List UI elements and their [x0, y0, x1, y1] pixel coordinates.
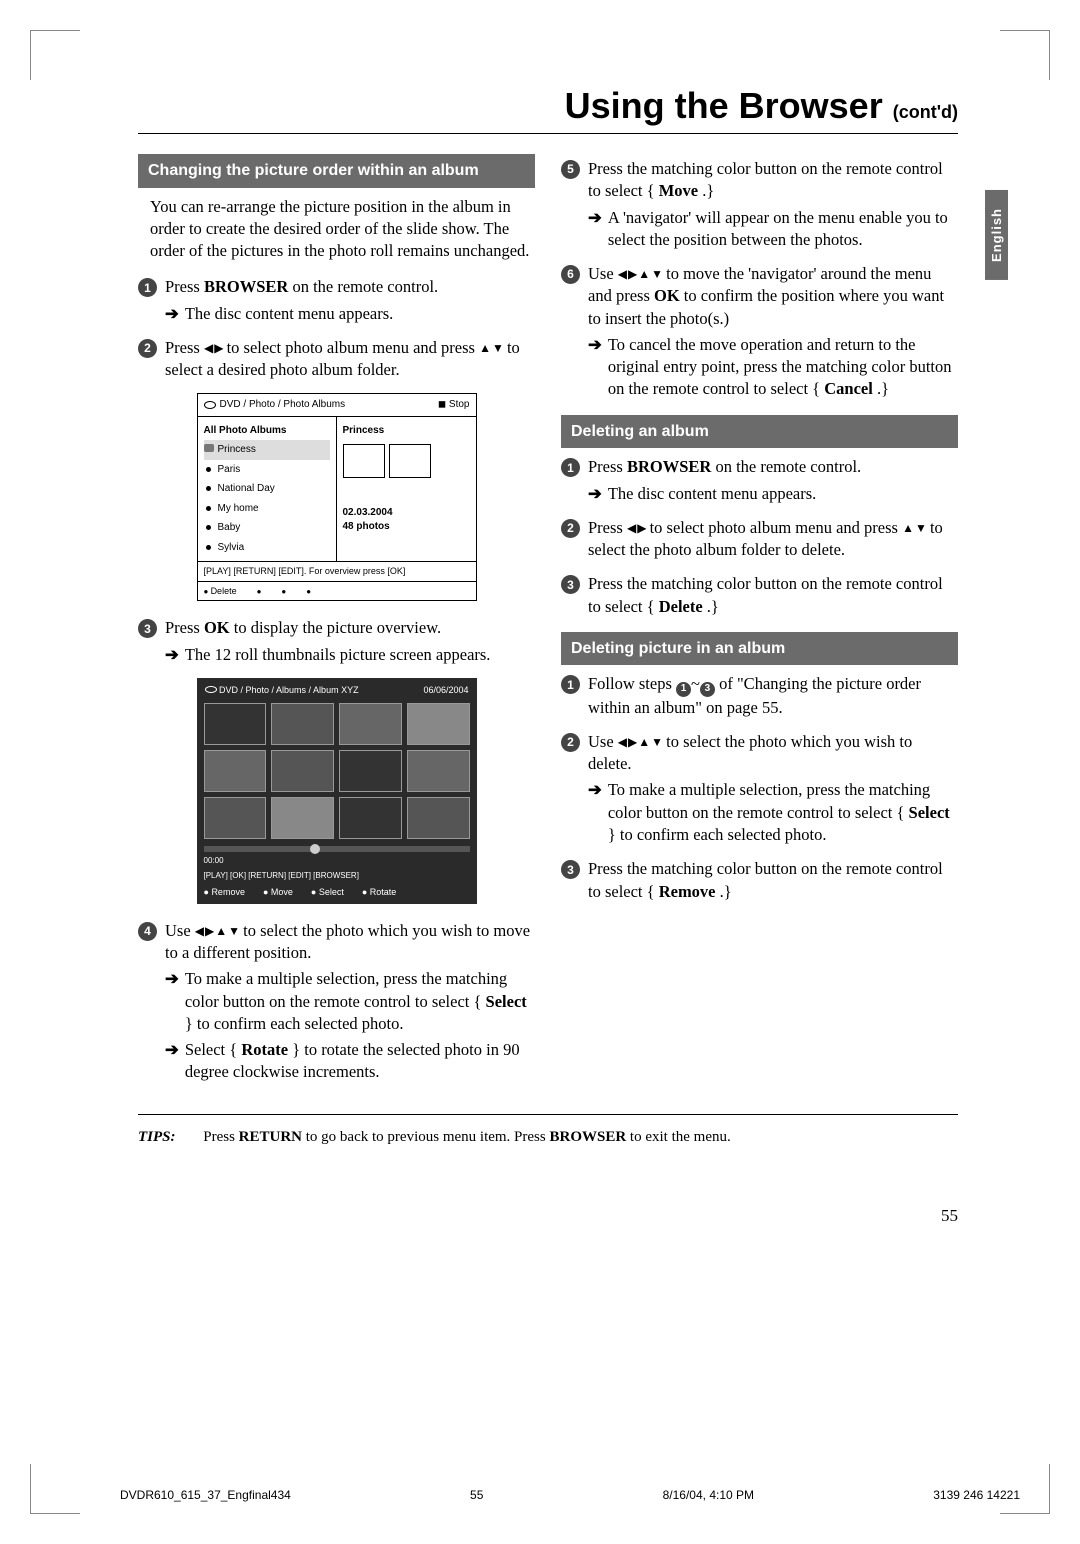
step-number-icon: 6 [561, 265, 580, 284]
delpic-step-1: 1 Follow steps 1~3 of "Changing the pict… [561, 673, 958, 719]
right-column: 5 Press the matching color button on the… [561, 154, 958, 1096]
crop-mark [30, 1513, 80, 1514]
delpic-step-3: 3 Press the matching color button on the… [561, 858, 958, 903]
step-number-icon: 3 [138, 619, 157, 638]
arrow-icon: ➔ [588, 483, 602, 505]
step-number-icon: 3 [561, 575, 580, 594]
section-head-delete-album: Deleting an album [561, 415, 958, 449]
crop-mark [1049, 1464, 1050, 1514]
step-1: 1 Press BROWSER on the remote control. ➔… [138, 276, 535, 325]
arrow-icon: ➔ [588, 207, 602, 229]
step-number-icon: 2 [561, 519, 580, 538]
step-2: 2 Press ◀ ▶ to select photo album menu a… [138, 337, 535, 382]
delete-step-1: 1 Press BROWSER on the remote control. ➔… [561, 456, 958, 505]
step-ref-icon: 1 [676, 682, 691, 697]
crop-mark [30, 1464, 31, 1514]
arrow-icon: ➔ [588, 779, 602, 801]
delete-step-2: 2 Press ◀ ▶ to select photo album menu a… [561, 517, 958, 562]
crop-mark [1000, 30, 1050, 31]
album-menu-screenshot: DVD / Photo / Photo Albums ◼ Stop All Ph… [197, 393, 477, 601]
crop-mark [30, 30, 31, 80]
left-column: Changing the picture order within an alb… [138, 154, 535, 1096]
crop-mark [1000, 1513, 1050, 1514]
disc-icon [204, 401, 216, 409]
print-footer: DVDR610_615_37_Engfinal434 55 8/16/04, 4… [120, 1488, 1020, 1502]
step-number-icon: 2 [561, 733, 580, 752]
arrow-icon: ➔ [588, 334, 602, 356]
thumbnail-grid-screenshot: DVD / Photo / Albums / Album XYZ06/06/20… [197, 678, 477, 904]
step-5: 5 Press the matching color button on the… [561, 158, 958, 251]
crop-mark [1049, 30, 1050, 80]
page-number: 55 [138, 1206, 958, 1226]
step-number-icon: 1 [138, 278, 157, 297]
step-number-icon: 4 [138, 922, 157, 941]
step-4: 4 Use ◀ ▶ ▲ ▼ to select the photo which … [138, 920, 535, 1084]
step-number-icon: 3 [561, 860, 580, 879]
step-number-icon: 5 [561, 160, 580, 179]
delete-step-3: 3 Press the matching color button on the… [561, 573, 958, 618]
section-head-change-order: Changing the picture order within an alb… [138, 154, 535, 188]
crop-mark [30, 30, 80, 31]
intro-text: You can re-arrange the picture position … [150, 196, 535, 263]
step-ref-icon: 3 [700, 682, 715, 697]
disc-icon [205, 686, 217, 693]
arrow-icon: ➔ [165, 968, 179, 990]
page-title: Using the Browser (cont'd) [138, 85, 958, 134]
language-tab: English [985, 190, 1008, 280]
step-number-icon: 1 [561, 458, 580, 477]
step-number-icon: 1 [561, 675, 580, 694]
section-head-delete-picture: Deleting picture in an album [561, 632, 958, 666]
arrow-icon: ➔ [165, 303, 179, 325]
delpic-step-2: 2 Use ◀ ▶ ▲ ▼ to select the photo which … [561, 731, 958, 846]
arrow-icon: ➔ [165, 644, 179, 666]
step-number-icon: 2 [138, 339, 157, 358]
arrow-icon: ➔ [165, 1039, 179, 1061]
step-6: 6 Use ◀ ▶ ▲ ▼ to move the 'navigator' ar… [561, 263, 958, 401]
step-3: 3 Press OK to display the picture overvi… [138, 617, 535, 666]
tips-footer: TIPS: Press RETURN to go back to previou… [138, 1114, 958, 1146]
